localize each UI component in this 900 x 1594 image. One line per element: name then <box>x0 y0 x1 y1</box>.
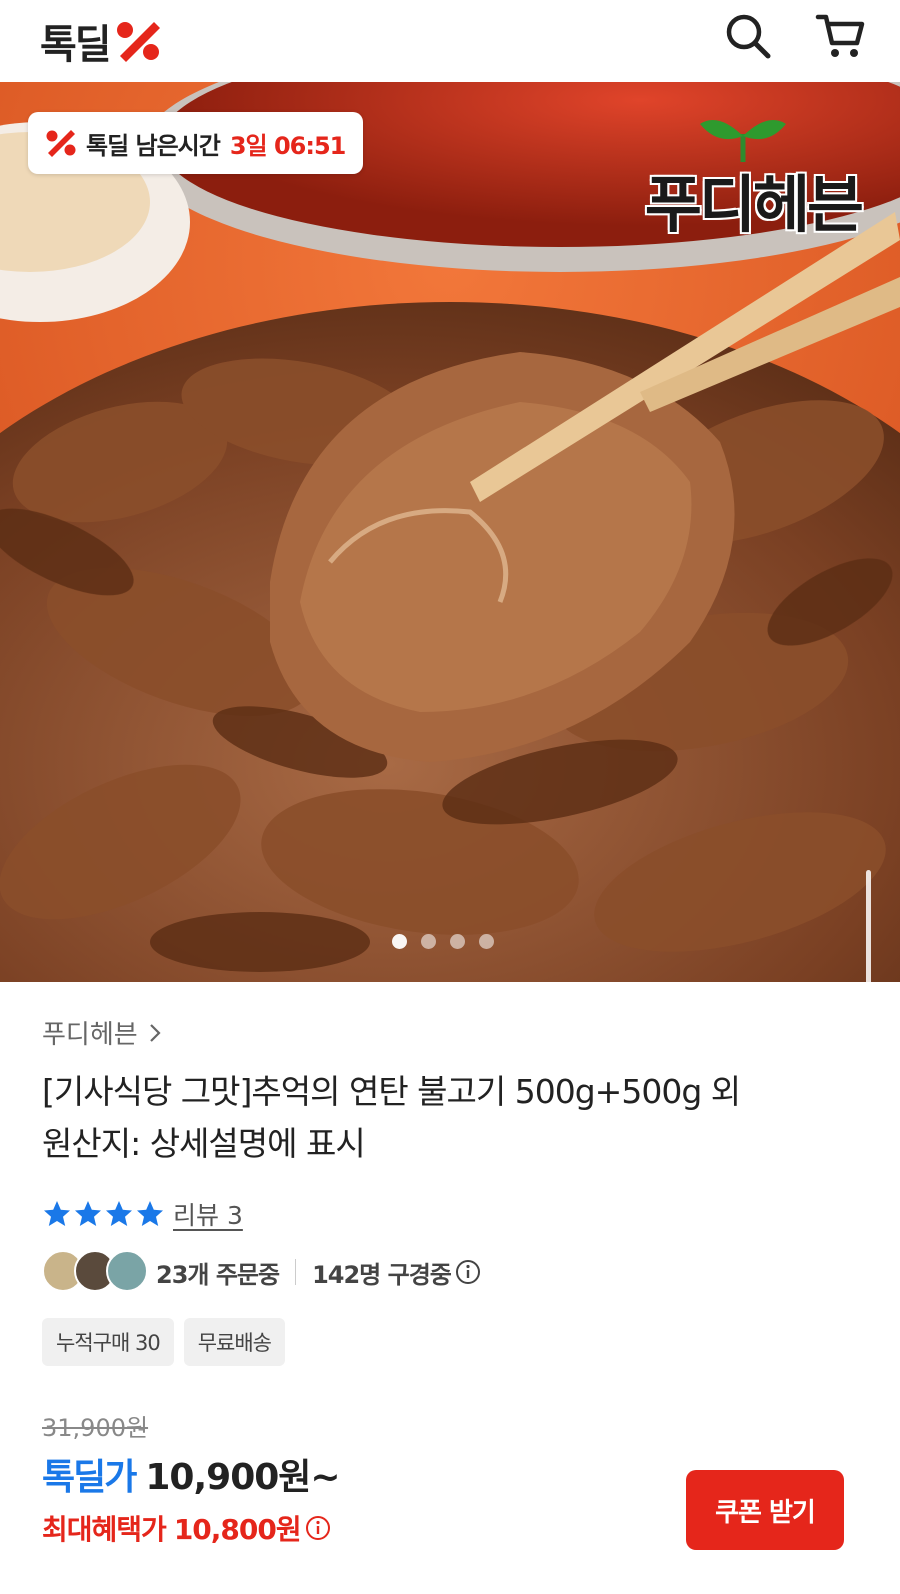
star-icon <box>44 1201 70 1226</box>
star-icon <box>75 1201 101 1226</box>
timer-label: 톡딜 남은시간 <box>86 131 221 160</box>
chevron-right-icon <box>149 1023 161 1042</box>
deal-price-row: 톡딜가 10,900원~ <box>42 1448 341 1500</box>
talkdeal-logo[interactable]: 톡딜 <box>40 12 164 70</box>
info-icon[interactable] <box>455 1259 481 1285</box>
product-image-carousel[interactable]: 톡딜 남은시간 3일 06:51 푸디헤븐 <box>0 82 900 982</box>
deal-price-value: 10,900원~ <box>145 1457 340 1498</box>
scroll-indicator <box>866 870 871 982</box>
carousel-dot[interactable] <box>392 934 407 949</box>
get-coupon-button[interactable]: 쿠폰 받기 <box>686 1470 844 1550</box>
carousel-dots <box>392 934 494 949</box>
max-benefit-row: 최대혜택가 10,800원 <box>42 1508 331 1548</box>
carousel-dot[interactable] <box>450 934 465 949</box>
product-origin: 원산지: 상세설명에 표시 <box>42 1124 366 1163</box>
max-benefit-label: 최대혜택가 <box>42 1513 167 1546</box>
search-icon <box>726 14 771 59</box>
carousel-dot[interactable] <box>479 934 494 949</box>
avatar <box>106 1250 148 1292</box>
brand-watermark-logo: 푸디헤븐 <box>628 112 878 241</box>
product-tags: 누적구매 30 무료배송 <box>42 1318 285 1366</box>
cart-button[interactable] <box>813 8 869 64</box>
star-rating <box>42 1199 165 1229</box>
product-name: [기사식당 그맛]추억의 연탄 불고기 500g+500g 외 <box>42 1072 741 1111</box>
carousel-dot[interactable] <box>421 934 436 949</box>
max-benefit-value: 10,800원 <box>173 1513 302 1546</box>
seller-name: 푸디헤븐 <box>42 1020 138 1050</box>
deal-timer-badge: 톡딜 남은시간 3일 06:51 <box>28 112 364 174</box>
tag-free-shipping: 무료배송 <box>183 1318 285 1366</box>
product-title: [기사식당 그맛]추억의 연탄 불고기 500g+500g 외 원산지: 상세설… <box>42 1066 872 1170</box>
seller-link[interactable]: 푸디헤븐 <box>42 1014 162 1051</box>
logo-text: 톡딜 <box>40 22 112 68</box>
rating-row: 리뷰 3 <box>42 1196 243 1232</box>
search-button[interactable] <box>720 8 776 64</box>
orders-count: 23개 주문중 <box>156 1260 280 1289</box>
tag-cumulative-purchases: 누적구매 30 <box>42 1318 174 1366</box>
percent-icon <box>46 130 76 157</box>
original-price: 31,900원 <box>42 1414 149 1442</box>
divider <box>295 1259 297 1285</box>
star-icon <box>106 1201 132 1226</box>
buyer-avatars <box>42 1250 150 1294</box>
percent-logo-icon <box>116 22 160 62</box>
review-link[interactable]: 리뷰 3 <box>173 1196 243 1232</box>
star-icon <box>137 1201 163 1226</box>
app-header: 톡딜 <box>0 0 900 82</box>
viewers-count: 142명 구경중 <box>312 1260 452 1289</box>
info-icon[interactable] <box>305 1515 331 1541</box>
deal-price-label: 톡딜가 <box>42 1457 137 1498</box>
brand-logo-text: 푸디헤븐 <box>644 168 864 241</box>
timer-value: 3일 06:51 <box>229 131 347 160</box>
activity-row: 23개 주문중 142명 구경중 <box>42 1250 481 1294</box>
cart-icon <box>815 14 865 57</box>
